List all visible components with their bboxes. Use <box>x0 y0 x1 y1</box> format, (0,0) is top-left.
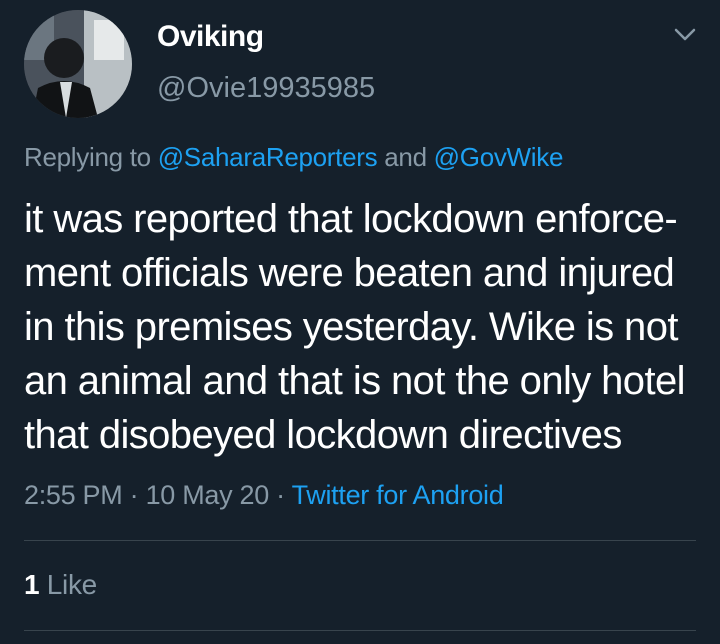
tweet-detail: Oviking @Ovie19935985 Replying to @Sahar… <box>0 0 720 644</box>
replying-prefix: Replying to <box>24 142 151 172</box>
chevron-down-icon[interactable] <box>674 26 696 44</box>
tweet-date: 10 May 20 <box>145 480 270 510</box>
mention-govwike[interactable]: @GovWike <box>434 142 564 172</box>
tweet-text-line: in this premises yesterday. Wike is not <box>24 305 678 349</box>
tweet-text-line: that disobeyed lockdown directives <box>24 413 622 457</box>
tweet-source-link[interactable]: Twitter for Android <box>292 480 504 510</box>
meta-separator: · <box>129 480 139 510</box>
likes-stat[interactable]: 1 Like <box>24 569 97 601</box>
replying-conjunction: and <box>384 142 427 172</box>
mention-saharareporters[interactable]: @SaharaReporters <box>158 142 378 172</box>
tweet-text-line: it was reported that lockdown enforce- <box>24 197 678 241</box>
divider <box>24 540 696 541</box>
replying-to: Replying to @SaharaReporters and @GovWik… <box>24 142 563 173</box>
meta-separator: · <box>276 480 285 510</box>
like-count: 1 <box>24 569 40 600</box>
tweet-time: 2:55 PM <box>24 480 123 510</box>
like-label: Like <box>46 569 97 600</box>
tweet-text-line: ment officials were beaten and injured <box>24 251 675 295</box>
divider <box>24 630 696 631</box>
tweet-meta: 2:55 PM · 10 May 20 · Twitter for Androi… <box>24 480 504 511</box>
display-name[interactable]: Oviking <box>157 20 264 54</box>
avatar[interactable] <box>24 10 132 118</box>
user-handle[interactable]: @Ovie19935985 <box>157 72 375 105</box>
tweet-text-line: an animal and that is not the only hotel <box>24 359 686 403</box>
tweet-text: it was reported that lockdown enforce- m… <box>24 192 704 462</box>
